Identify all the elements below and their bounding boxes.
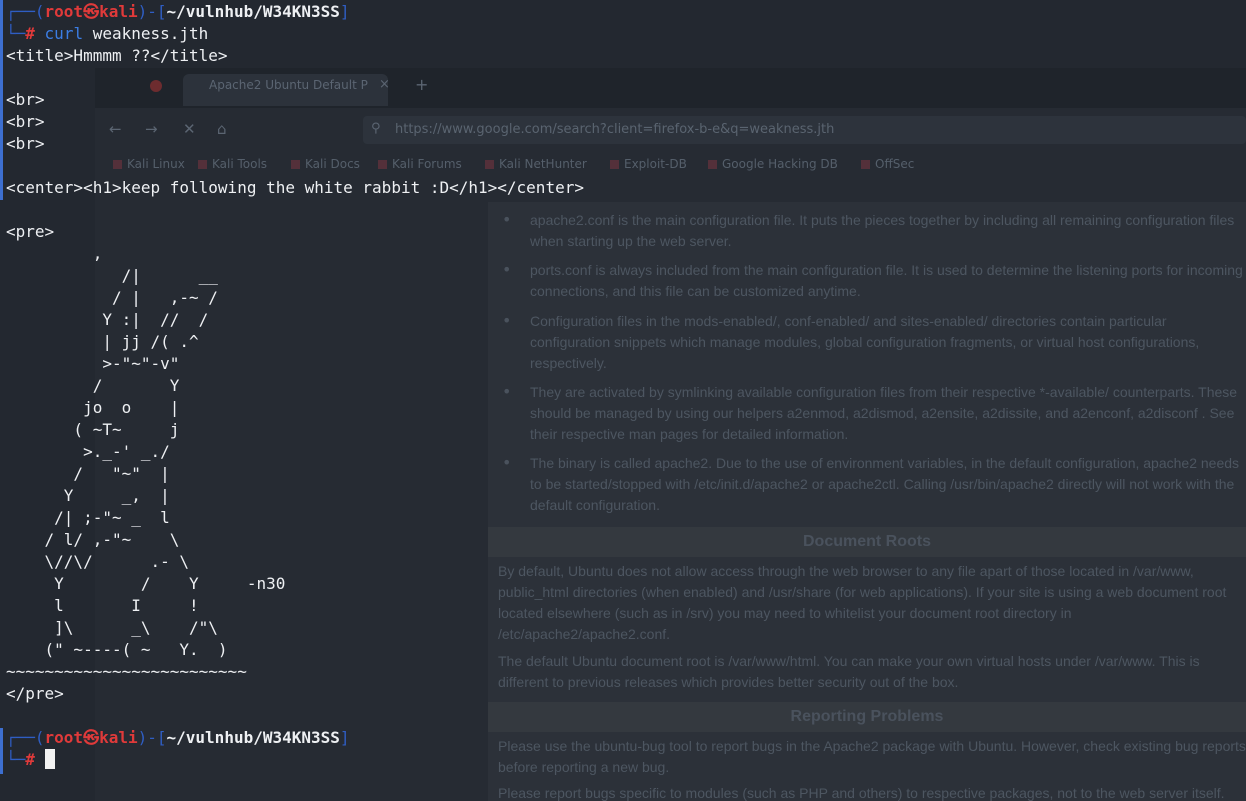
ascii-art-line: (" ~----( ~ Y. ) <box>6 640 228 659</box>
command-argument: weakness.jth <box>83 24 209 43</box>
terminal-window[interactable]: ┌──(root㉿kali)-[~/vulnhub/W34KN3SS] └─# … <box>0 0 1246 801</box>
ascii-art-line: / "~" | <box>6 464 170 483</box>
prompt-line: ┌──(root㉿kali)-[~/vulnhub/W34KN3SS] <box>6 2 350 21</box>
prompt-line: ┌──(root㉿kali)-[~/vulnhub/W34KN3SS] <box>6 728 350 747</box>
ascii-art-line: >-"~"-v" <box>6 354 180 373</box>
ascii-art-line: ( ~T~ j <box>6 420 180 439</box>
prompt-path: ~/vulnhub/W34KN3SS <box>166 2 340 21</box>
ascii-art-line: >._-' _./ <box>6 442 170 461</box>
ascii-art-line: Y _, | <box>6 486 170 505</box>
ascii-art-line: Y / Y -n30 <box>6 574 286 593</box>
ascii-art-line: | jj /( .^ <box>6 332 199 351</box>
output-line: <br> <box>6 112 45 131</box>
ascii-art-line: , <box>6 244 103 263</box>
ascii-art-line: /| __ <box>6 266 218 285</box>
prompt-user: root㉿kali <box>44 2 138 21</box>
output-line: <br> <box>6 134 45 153</box>
ascii-art-line: jo o | <box>6 398 180 417</box>
input-line[interactable]: └─# <box>6 749 55 771</box>
scroll-gutter-mark <box>0 728 3 774</box>
command-name: curl <box>44 24 84 43</box>
scroll-gutter-mark <box>0 0 3 200</box>
ascii-art-line: \//\/ .- \ <box>6 552 190 571</box>
output-line: <title>Hmmmm ??</title> <box>6 46 228 65</box>
command-line: └─# curl weakness.jth <box>6 24 209 43</box>
output-line: <pre> <box>6 222 55 241</box>
prompt-user: root㉿kali <box>44 728 138 747</box>
ascii-art-line: /| ;-"~ _ l <box>6 508 170 527</box>
ascii-art-line: / | ,-~ / <box>6 288 218 307</box>
prompt-path: ~/vulnhub/W34KN3SS <box>166 728 340 747</box>
text-cursor[interactable] <box>44 749 55 769</box>
output-line: </pre> <box>6 684 64 703</box>
ascii-art-line: / l/ ,-"~ \ <box>6 530 180 549</box>
output-line: <center><h1>keep following the white rab… <box>6 178 584 197</box>
ascii-art-line: Y :| // / <box>6 310 209 329</box>
ascii-art-line: / Y <box>6 376 180 395</box>
ascii-art-line: ]\ _\ /"\ <box>6 618 218 637</box>
output-line: <br> <box>6 90 45 109</box>
ascii-art-line: ~~~~~~~~~~~~~~~~~~~~~~~~~ <box>6 662 247 681</box>
ascii-art-line: l I ! <box>6 596 199 615</box>
